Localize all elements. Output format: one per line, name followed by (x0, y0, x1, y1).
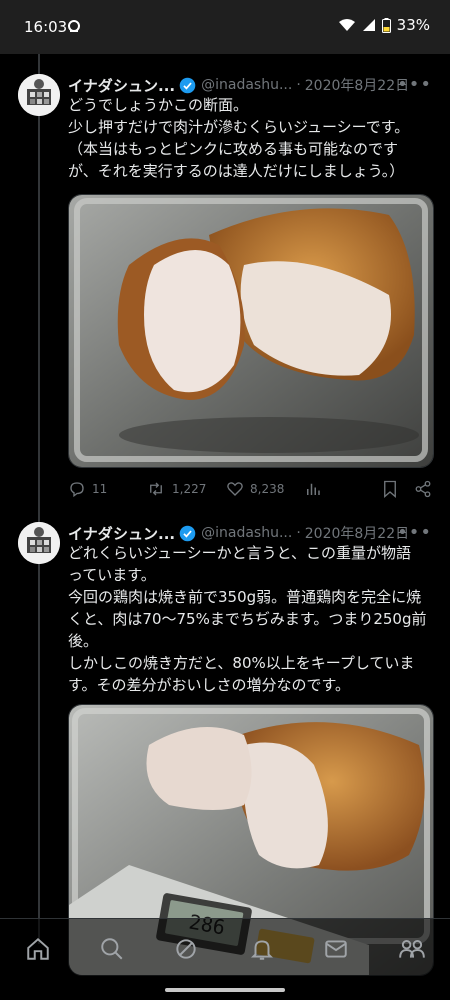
avatar[interactable] (18, 522, 60, 564)
search-icon[interactable] (96, 933, 128, 965)
communities-icon[interactable] (396, 933, 428, 965)
notification-icon (66, 17, 82, 33)
reply-icon (70, 482, 84, 498)
tweet[interactable]: イナダシュン... @inadashu... · 2020年8月22日 ••• … (0, 508, 450, 978)
verified-badge-icon (179, 77, 196, 93)
bookmark-button[interactable] (382, 480, 398, 498)
views-button[interactable] (304, 480, 322, 498)
tweet-text-line: 後。 (68, 632, 99, 650)
retweet-icon (150, 482, 162, 496)
tweet-date[interactable]: 2020年8月22日 (305, 523, 409, 543)
battery-icon (381, 17, 391, 33)
battery-percent: 33% (396, 16, 430, 34)
status-bar: 16:03 33% (0, 0, 450, 54)
tweet-text-line: （本当はもっとピンクに攻める事も可能なのです (68, 140, 399, 158)
notifications-icon[interactable] (246, 933, 278, 965)
retweet-count: 1,227 (172, 482, 207, 496)
tweet-text-line: くと、肉は70〜75%までちぢみます。つまり250g前 (68, 610, 427, 628)
status-time: 16:03 (24, 18, 68, 36)
more-options-icon[interactable]: ••• (397, 522, 432, 543)
tweet-text: どうでしょうかこの断面。 少し押すだけで肉汁が滲むくらいジューシーです。 （本当… (68, 94, 438, 182)
separator-dot: · (296, 525, 301, 541)
more-options-icon[interactable]: ••• (397, 74, 432, 95)
tweet-header: イナダシュン... @inadashu... · 2020年8月22日 (68, 522, 409, 544)
wifi-icon (338, 18, 356, 32)
heart-icon (227, 482, 243, 496)
reply-button[interactable]: 11 (68, 480, 107, 498)
tweet-text-line: っています。 (68, 566, 156, 584)
separator-dot: · (296, 77, 301, 93)
tweet-text-line: す。その差分がおいしさの増分なのです。 (68, 676, 351, 694)
tweet-text-line: どれくらいジューシーかと言うと、この重量が物語 (68, 544, 412, 562)
tweet-text-line: 少し押すだけで肉汁が滲むくらいジューシーです。 (68, 118, 410, 136)
spaces-icon[interactable] (170, 933, 202, 965)
like-count: 8,238 (250, 482, 285, 496)
share-icon (415, 480, 431, 498)
verified-badge-icon (179, 525, 196, 541)
author-name[interactable]: イナダシュン... (68, 75, 175, 96)
home-gesture-pill[interactable] (165, 988, 285, 992)
tweet-text-line: どうでしょうかこの断面。 (68, 96, 249, 114)
author-handle[interactable]: @inadashu... (201, 77, 292, 93)
like-button[interactable]: 8,238 (226, 480, 284, 498)
tweet-date[interactable]: 2020年8月22日 (305, 75, 409, 95)
avatar[interactable] (18, 74, 60, 116)
bottom-navigation (0, 918, 450, 981)
share-button[interactable] (414, 480, 432, 498)
author-name[interactable]: イナダシュン... (68, 523, 175, 544)
tweet-header: イナダシュン... @inadashu... · 2020年8月22日 (68, 74, 409, 96)
messages-icon[interactable] (320, 933, 352, 965)
tweet-text-line: しかしこの焼き方だと、80%以上をキープしていま (68, 654, 415, 672)
tweet[interactable]: イナダシュン... @inadashu... · 2020年8月22日 ••• … (0, 60, 450, 510)
tweet-text: どれくらいジューシーかと言うと、この重量が物語 っています。 今回の鶏肉は焼き前… (68, 542, 438, 696)
reply-count: 11 (92, 482, 108, 496)
signal-icon (362, 18, 376, 32)
bookmark-icon (384, 480, 396, 498)
tweet-text-line: が、それを実行するのは達人だけにしましょう。） (68, 162, 405, 180)
author-handle[interactable]: @inadashu... (201, 525, 292, 541)
analytics-icon (307, 483, 320, 495)
home-icon[interactable] (22, 933, 54, 965)
tweet-photo[interactable] (68, 194, 434, 468)
tweet-actions: 11 1,227 8,238 (68, 480, 438, 500)
tweet-text-line: 今回の鶏肉は焼き前で350g弱。普通鶏肉を完全に焼 (68, 588, 422, 606)
retweet-button[interactable]: 1,227 (146, 480, 206, 498)
